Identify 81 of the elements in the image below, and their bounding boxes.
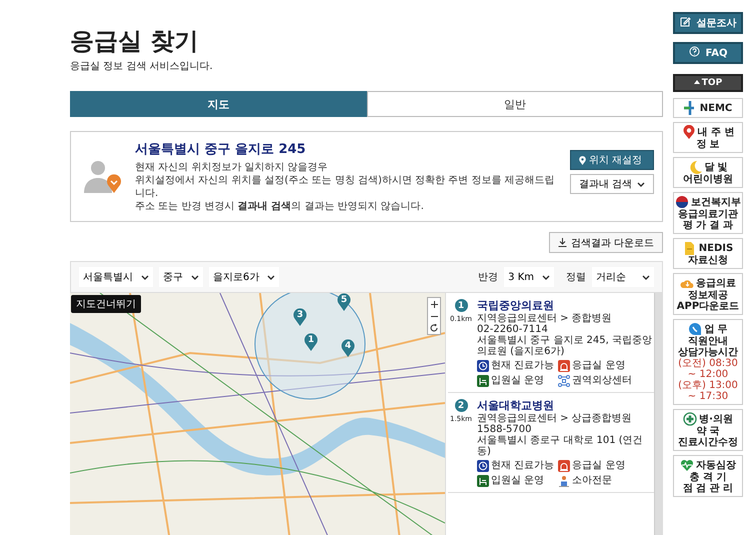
person-pin-icon [83, 158, 123, 194]
siren-icon [558, 460, 570, 472]
medical-cross-icon [683, 412, 698, 426]
page-subtitle: 응급실 정보 검색 서비스입니다. [70, 60, 214, 73]
back-to-top-button[interactable]: TOP [673, 74, 743, 92]
page-title: 응급실 찾기 [70, 26, 200, 56]
location-pin-icon [682, 125, 696, 139]
hospital-category: 권역응급의료센터 > 상급종합병원 [477, 413, 633, 424]
reset-location-button[interactable]: 위치 재설정 [570, 150, 654, 170]
quick-link-tile[interactable]: NEMC [673, 98, 743, 118]
up-arrow-icon [694, 80, 700, 86]
quick-link-tile[interactable]: 보건복지부 응급의료기관 평 가 결 과 [673, 192, 743, 234]
clock-icon [477, 460, 489, 472]
sort-label: 정렬 [566, 271, 586, 284]
notice-text: 주소 또는 반경 변경시 결과내 검색의 결과는 반영되지 않습니다. [135, 200, 425, 213]
pin-icon [578, 156, 586, 164]
quick-link-tile[interactable]: 업 무 직원안내 상담가능시간 (오전) 08:30 ~ 12:00 (오후) 13:00 ~ 17:30 [673, 319, 743, 405]
notice-text: 위치설정에서 자신의 위치를 설정(주소 또는 명칭 검색)하시면 정확한 주변 정보를 제공해드립니다. [135, 174, 556, 200]
quick-link-tile[interactable]: 내 주 변 정 보 [673, 122, 743, 153]
chat-bubble-icon [688, 322, 702, 336]
map-tab[interactable]: 지도 [70, 91, 366, 117]
caret-icon [141, 274, 149, 280]
status-label: 응급실 운영 [572, 360, 626, 372]
result-number: 2 [454, 399, 468, 412]
map-marker[interactable]: 1 [304, 333, 318, 351]
result-number: 1 [454, 299, 468, 312]
clock-icon [477, 360, 489, 372]
dropdown[interactable]: 서울특별시 [79, 267, 153, 287]
map-marker[interactable]: 5 [337, 293, 351, 311]
siren-icon [558, 360, 570, 372]
hospital-address: 서울특별시 중구 을지로 245, 국립중앙의료원 (을지로6가) [477, 335, 652, 357]
quick-link-tile[interactable]: 자동심장 충 격 기 점 검 관 리 [673, 455, 743, 497]
map-marker[interactable]: 4 [341, 339, 355, 357]
scrollbar[interactable] [654, 293, 663, 535]
status-label: 권역외상센터 [572, 375, 632, 387]
phone-number: 1588-5700 [477, 424, 533, 435]
caret-icon [637, 182, 645, 186]
faq-button[interactable]: FAQ [673, 42, 743, 64]
dropdown[interactable]: 거리순 [592, 267, 654, 287]
heart-pulse-icon [680, 458, 694, 472]
refresh-icon[interactable] [428, 322, 440, 334]
list-tab[interactable]: 일반 [366, 91, 663, 117]
status-label: 응급실 운영 [572, 460, 626, 472]
hospital-category: 지역응급의료센터 > 종합병원 [477, 313, 613, 324]
status-label: 소아전문 [572, 475, 612, 487]
hospital-address: 서울특별시 종로구 대학로 101 (연건동) [477, 435, 644, 457]
zoom-in-icon[interactable] [428, 298, 440, 310]
notice-text: 현재 자신의 위치정보가 일치하지 않을경우 [135, 161, 329, 174]
hospital-name[interactable]: 서울대학교병원 [477, 399, 652, 412]
status-label: 현재 진료가능 [491, 460, 554, 472]
caret-icon [642, 274, 650, 280]
quick-link-tile[interactable]: 응급의료 정보제공 APP다운로드 [673, 273, 743, 315]
status-label: 입원실 운영 [491, 475, 544, 487]
child-icon [558, 475, 570, 487]
map-marker[interactable]: 3 [293, 308, 307, 326]
status-label: 입원실 운영 [491, 375, 544, 387]
current-address: 서울특별시 중구 을지로 245 [135, 141, 307, 158]
hospital-name[interactable]: 국립중앙의료원 [477, 299, 652, 312]
phone-number: 02-2260-7114 [477, 324, 549, 335]
dropdown[interactable]: 을지로6가 [209, 267, 280, 287]
network-icon [558, 375, 570, 387]
skip-map-link[interactable]: 지도건너뛰기 [71, 295, 141, 313]
survey-button[interactable]: 설문조사 [673, 12, 743, 34]
moon-icon [688, 160, 702, 174]
quick-link-tile[interactable]: 달 빛 어린이병원 [673, 157, 743, 188]
bed-icon [477, 475, 489, 487]
status-label: 현재 진료가능 [491, 360, 554, 372]
download-button[interactable]: 검색결과 다운로드 [548, 232, 663, 253]
bed-icon [477, 375, 489, 387]
quick-link-tile[interactable]: NEDIS 자료신청 [673, 238, 743, 269]
dropdown[interactable]: 중구 [159, 267, 203, 287]
caret-icon [542, 274, 550, 280]
emblem-icon [675, 195, 689, 209]
radius-label: 반경 [478, 271, 498, 284]
dropdown[interactable]: 3 Km [504, 267, 554, 287]
caret-icon [267, 274, 276, 280]
caret-icon [191, 274, 199, 280]
download-icon [558, 238, 567, 247]
filter-results-button[interactable]: 결과내 검색 [570, 174, 654, 194]
document-icon [682, 241, 697, 255]
quick-link-tile[interactable]: 병·의원 약 국 진료시간수정 [673, 409, 743, 451]
